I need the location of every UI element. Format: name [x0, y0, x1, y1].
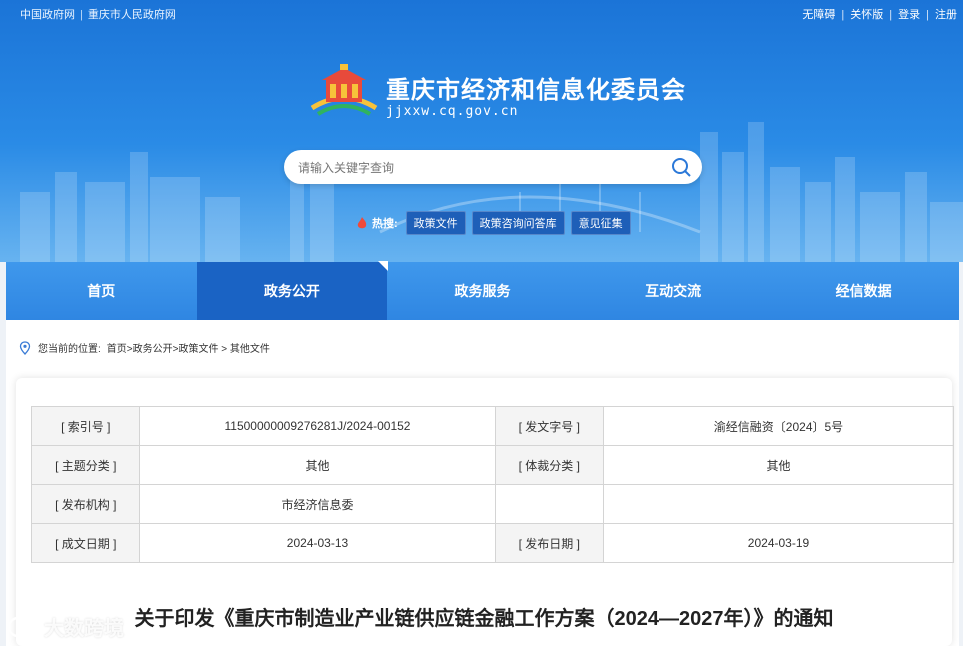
- nav-data[interactable]: 经信数据: [768, 262, 959, 320]
- location-pin-icon: [19, 340, 31, 355]
- nav-gov-services[interactable]: 政务服务: [387, 262, 578, 320]
- search-box: [284, 150, 702, 184]
- table-row: [ 发布机构 ] 市经济信息委: [30, 484, 955, 524]
- hot-tag-opinion[interactable]: 意见征集: [570, 211, 631, 235]
- meta-value: 市经济信息委: [139, 484, 496, 524]
- meta-label: [ 主题分类 ]: [30, 445, 141, 485]
- breadcrumb: 您当前的位置: 首页>政务公开>政策文件 > 其他文件: [18, 340, 270, 355]
- meta-value: [494, 484, 604, 524]
- watermark-text: 大数跨境: [44, 618, 124, 640]
- watermark: 大数跨境: [6, 612, 124, 641]
- meta-label: [ 发布日期 ]: [494, 523, 604, 563]
- meta-label: [ 发布机构 ]: [30, 484, 141, 524]
- breadcrumb-path[interactable]: 首页>政务公开>政策文件 > 其他文件: [107, 340, 270, 355]
- top-right-links: 无障碍 | 关怀版 | 登录 | 注册: [802, 9, 957, 21]
- meta-value: 2024-03-13: [139, 523, 496, 563]
- table-row: [ 成文日期 ] 2024-03-13 [ 发布日期 ] 2024-03-19: [30, 523, 955, 563]
- table-row: [ 索引号 ] 11500000009276281J/2024-00152 [ …: [30, 406, 955, 446]
- city-skyline-illustration: [20, 122, 963, 262]
- meta-value: 渝经信融资〔2024〕5号: [602, 406, 955, 446]
- nav-home[interactable]: 首页: [6, 262, 197, 320]
- top-links: 中国政府网 | 重庆市人民政府网: [20, 9, 176, 21]
- document-meta-table: [ 索引号 ] 11500000009276281J/2024-00152 [ …: [30, 406, 955, 563]
- meta-label: [ 索引号 ]: [30, 406, 141, 446]
- hot-search: 热搜: 政策文件 政策咨询问答库 意见征集: [355, 211, 637, 235]
- meta-value: 其他: [139, 445, 496, 485]
- search-icon[interactable]: [670, 156, 692, 178]
- site-title: 重庆市经济和信息化委员会: [386, 77, 686, 104]
- link-gov-cn[interactable]: 中国政府网: [20, 9, 75, 21]
- meta-label: [ 发文字号 ]: [494, 406, 604, 446]
- search-input[interactable]: [296, 157, 660, 179]
- header-banner: 中国政府网 | 重庆市人民政府网 无障碍 | 关怀版 | 登录 | 注册 重庆市经济和信息化委员…: [0, 0, 963, 262]
- site-logo[interactable]: [308, 64, 380, 118]
- hot-search-label: 热搜:: [372, 218, 398, 230]
- watermark-logo-icon: [7, 616, 38, 637]
- document-title: 关于印发《重庆市制造业产业链供应链金融工作方案（2024—2027年）》的通知: [134, 608, 834, 630]
- document-card: [ 索引号 ] 11500000009276281J/2024-00152 [ …: [16, 378, 955, 646]
- main-nav: 首页 政务公开 政务服务 互动交流 经信数据: [6, 261, 959, 320]
- table-row: [ 主题分类 ] 其他 [ 体裁分类 ] 其他: [30, 445, 955, 485]
- meta-label: [ 体裁分类 ]: [494, 445, 604, 485]
- flame-icon: [357, 217, 367, 229]
- meta-value: 其他: [602, 445, 955, 485]
- link-register[interactable]: 注册: [935, 9, 957, 21]
- link-accessibility[interactable]: 无障碍: [802, 9, 835, 21]
- meta-value: 11500000009276281J/2024-00152: [139, 406, 496, 446]
- nav-gov-affairs-public[interactable]: 政务公开: [196, 261, 388, 320]
- site-domain: jjxxw.cq.gov.cn: [386, 104, 519, 119]
- hot-tag-policy-qa[interactable]: 政策咨询问答库: [471, 211, 565, 235]
- meta-value: [602, 484, 955, 524]
- link-login[interactable]: 登录: [898, 9, 920, 21]
- nav-interaction[interactable]: 互动交流: [578, 262, 769, 320]
- meta-value: 2024-03-19: [602, 523, 955, 563]
- link-care-version[interactable]: 关怀版: [850, 9, 883, 21]
- breadcrumb-prefix: 您当前的位置:: [38, 344, 101, 355]
- hot-tag-policy-docs[interactable]: 政策文件: [405, 211, 466, 235]
- link-cq-gov[interactable]: 重庆市人民政府网: [88, 9, 176, 21]
- meta-label: [ 成文日期 ]: [30, 523, 141, 563]
- content-panel: 您当前的位置: 首页>政务公开>政策文件 > 其他文件 [ 索引号 ] 1150…: [6, 320, 959, 646]
